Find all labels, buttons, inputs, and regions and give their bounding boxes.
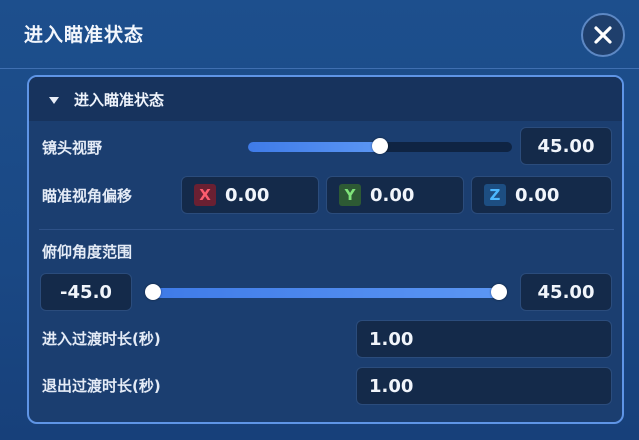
pitch-min-field[interactable]: -45.0 (40, 273, 132, 311)
pitch-max-field[interactable]: 45.00 (520, 273, 612, 311)
offset-x-value: 0.00 (225, 184, 270, 206)
offset-y-value: 0.00 (370, 184, 415, 206)
close-icon (594, 26, 612, 44)
group-header[interactable]: 进入瞄准状态 (29, 77, 622, 121)
pitch-max-handle[interactable] (491, 284, 507, 300)
pitch-range-label: 俯仰角度范围 (42, 243, 133, 261)
group-title: 进入瞄准状态 (74, 91, 165, 109)
enter-transition-field[interactable]: 1.00 (356, 320, 612, 358)
exit-transition-field[interactable]: 1.00 (356, 367, 612, 405)
offset-x-field[interactable]: X 0.00 (181, 176, 319, 214)
y-axis-tag: Y (339, 184, 361, 206)
offset-label: 瞄准视角偏移 (42, 187, 133, 205)
pitch-range-fill (153, 288, 499, 298)
fov-slider-handle[interactable] (372, 138, 388, 154)
title-bar: 进入瞄准状态 (0, 0, 639, 69)
section-divider (39, 229, 614, 230)
pitch-min-handle[interactable] (145, 284, 161, 300)
z-axis-tag: Z (484, 184, 506, 206)
aim-group: 进入瞄准状态 镜头视野 45.00 瞄准视角偏移 X 0.00 Y 0.00 Z… (27, 75, 624, 424)
exit-transition-label: 退出过渡时长(秒) (42, 377, 161, 395)
fov-value-field[interactable]: 45.00 (520, 127, 612, 165)
x-axis-tag: X (194, 184, 216, 206)
pitch-range-slider[interactable] (145, 284, 507, 300)
offset-z-value: 0.00 (515, 184, 560, 206)
window-title: 进入瞄准状态 (24, 24, 145, 46)
caret-down-icon[interactable] (49, 97, 59, 104)
aim-settings-panel: 进入瞄准状态 进入瞄准状态 镜头视野 45.00 瞄准视角偏移 X 0.00 Y (0, 0, 639, 440)
fov-slider-fill (248, 142, 380, 152)
fov-slider[interactable] (248, 138, 512, 154)
close-button[interactable] (581, 13, 625, 57)
offset-z-field[interactable]: Z 0.00 (471, 176, 612, 214)
offset-y-field[interactable]: Y 0.00 (326, 176, 464, 214)
fov-label: 镜头视野 (42, 139, 103, 157)
enter-transition-label: 进入过渡时长(秒) (42, 330, 161, 348)
